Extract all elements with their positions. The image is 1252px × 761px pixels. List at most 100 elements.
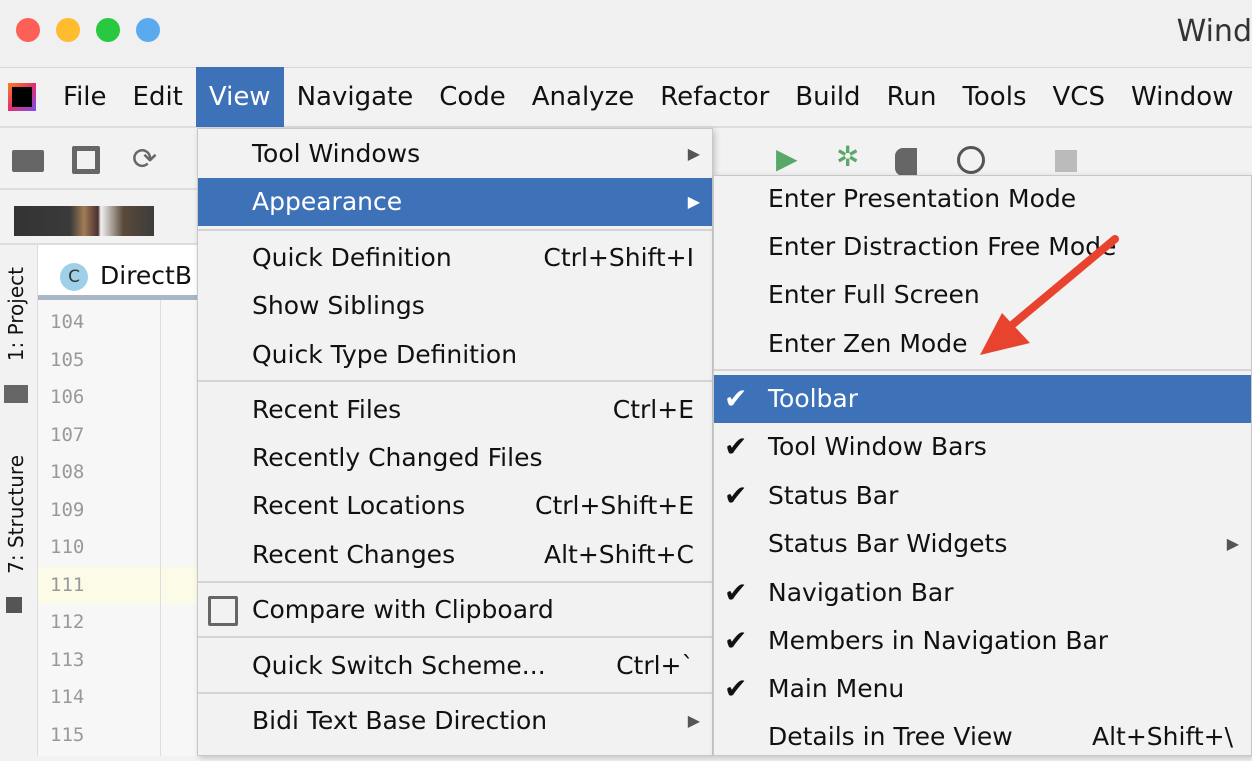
menu-item-compare-with-clipboard[interactable]: Compare with Clipboard [198,586,712,634]
menu-separator [198,581,712,583]
menu-item-quick-definition[interactable]: Quick Definition Ctrl+Shift+I [198,234,712,282]
app-logo-icon [8,83,36,111]
menu-item-label: Enter Zen Mode [768,329,968,358]
menu-item-recent-changes[interactable]: Recent Changes Alt+Shift+C [198,531,712,579]
title-bar: Wind [0,0,1252,68]
structure-icon [6,597,22,613]
red-arrow-annotation [980,235,1119,355]
stop-icon[interactable] [1055,150,1077,172]
menu-item-appearance[interactable]: Appearance ▶ [198,178,712,226]
menu-item-main-menu[interactable]: ✔ Main Menu [714,665,1251,713]
line-number: 113 [50,648,85,671]
menu-item-label: Status Bar [768,481,899,510]
menu-analyze[interactable]: Analyze [519,67,647,127]
menu-item-recent-locations[interactable]: Recent Locations Ctrl+Shift+E [198,482,712,530]
zoom-window-button[interactable] [96,18,120,42]
menu-item-navigation-bar[interactable]: ✔ Navigation Bar [714,569,1251,617]
menu-item-quick-type-definition[interactable]: Quick Type Definition [198,331,712,379]
menu-bar: File Edit View Navigate Code Analyze Refactor B… [0,67,1252,128]
minimize-window-button[interactable] [56,18,80,42]
menu-item-label: Members in Navigation Bar [768,626,1109,655]
menu-item-label: Toolbar [768,384,859,413]
check-icon: ✔ [724,479,748,512]
menu-vcs[interactable]: VCS [1040,67,1118,127]
submenu-arrow-icon: ▶ [687,192,700,211]
menu-item-bidi-text-base-direction[interactable]: Bidi Text Base Direction ▶ [198,697,712,745]
menu-item-label: Quick Definition [252,243,452,272]
menu-item-label: Status Bar Widgets [768,529,1008,558]
menu-separator [198,692,712,694]
shortcut-label: Alt+Shift+C [543,540,694,569]
debug-icon[interactable]: ✲ [836,140,859,173]
menu-item-toolbar[interactable]: ✔ Toolbar [714,375,1251,423]
line-number: 104 [50,311,85,333]
menu-separator [198,636,712,638]
menu-item-label: Appearance [252,187,403,216]
menu-separator [198,229,712,231]
menu-file[interactable]: File [50,67,120,127]
menu-edit[interactable]: Edit [120,67,196,127]
close-window-button[interactable] [16,18,40,42]
menu-item-tool-window-bars[interactable]: ✔ Tool Window Bars [714,423,1251,471]
compare-icon [208,596,238,626]
menu-item-enter-presentation-mode[interactable]: Enter Presentation Mode [714,175,1251,223]
line-number: 105 [50,348,85,371]
menu-refactor[interactable]: Refactor [647,67,782,127]
menu-tools[interactable]: Tools [949,67,1039,127]
view-menu-dropdown: Tool Windows ▶ Appearance ▶ Quick Definition… [197,128,713,756]
menu-item-label: Show Siblings [252,291,425,320]
structure-tool-button[interactable]: 7: Structure [4,455,28,574]
line-number: 115 [50,723,85,746]
menu-item-label: Enter Full Screen [768,280,980,309]
line-number: 108 [50,461,85,483]
menu-item-label: Main Menu [768,674,905,703]
menu-item-label: Details in Tree View [768,722,1013,751]
menu-item-label: Quick Switch Scheme... [252,651,546,680]
line-number: 112 [50,611,85,633]
editor-tab[interactable]: C DirectB [38,245,198,300]
menu-item-label: Recent Changes [252,540,456,569]
submenu-arrow-icon: ▶ [1226,534,1239,553]
menu-item-label: Recently Changed Files [252,443,543,472]
shortcut-label: Ctrl+E [612,395,694,424]
check-icon: ✔ [724,382,748,415]
project-tool-button[interactable]: 1: Project [4,267,28,361]
menu-view[interactable]: View [195,67,284,127]
shortcut-label: Ctrl+` [616,651,694,680]
line-number: 111 [50,573,85,596]
window-title: Wind [1176,14,1252,49]
menu-item-details-in-tree-view[interactable]: Details in Tree View Alt+Shift+\ [714,713,1251,761]
menu-item-members-in-navigation-bar[interactable]: ✔ Members in Navigation Bar [714,617,1251,665]
menu-run[interactable]: Run [874,67,950,127]
sync-icon[interactable]: ⟳ [132,142,157,177]
menu-code[interactable]: Code [426,67,519,127]
menu-item-recent-files[interactable]: Recent Files Ctrl+E [198,386,712,434]
submenu-arrow-icon: ▶ [687,711,700,730]
check-icon: ✔ [724,430,748,463]
line-number: 109 [50,498,85,521]
tool-window-strip: 1: Project 7: Structure [0,245,38,756]
menu-item-show-siblings[interactable]: Show Siblings [198,282,712,330]
menu-item-status-bar-widgets[interactable]: Status Bar Widgets ▶ [714,520,1251,568]
check-icon: ✔ [724,672,748,705]
menu-build[interactable]: Build [782,67,873,127]
shortcut-label: Alt+Shift+\ [1092,722,1233,751]
run-icon[interactable]: ▶ [776,142,798,175]
menu-item-quick-switch-scheme[interactable]: Quick Switch Scheme... Ctrl+` [198,642,712,690]
menu-item-status-bar[interactable]: ✔ Status Bar [714,472,1251,520]
class-icon: C [60,263,88,291]
menu-item-label: Navigation Bar [768,578,954,607]
profiler-icon[interactable] [957,146,985,174]
window-extra-button[interactable] [136,18,160,42]
menu-separator [198,380,712,382]
save-icon[interactable] [72,146,100,174]
open-folder-icon[interactable] [12,150,44,172]
check-icon: ✔ [724,576,748,609]
check-icon: ✔ [724,624,748,657]
submenu-arrow-icon: ▶ [687,144,700,163]
menu-window[interactable]: Window [1118,67,1247,127]
coverage-icon[interactable] [895,148,917,176]
menu-navigate[interactable]: Navigate [284,67,427,127]
menu-item-tool-windows[interactable]: Tool Windows ▶ [198,130,712,178]
menu-item-recently-changed-files[interactable]: Recently Changed Files [198,434,712,482]
